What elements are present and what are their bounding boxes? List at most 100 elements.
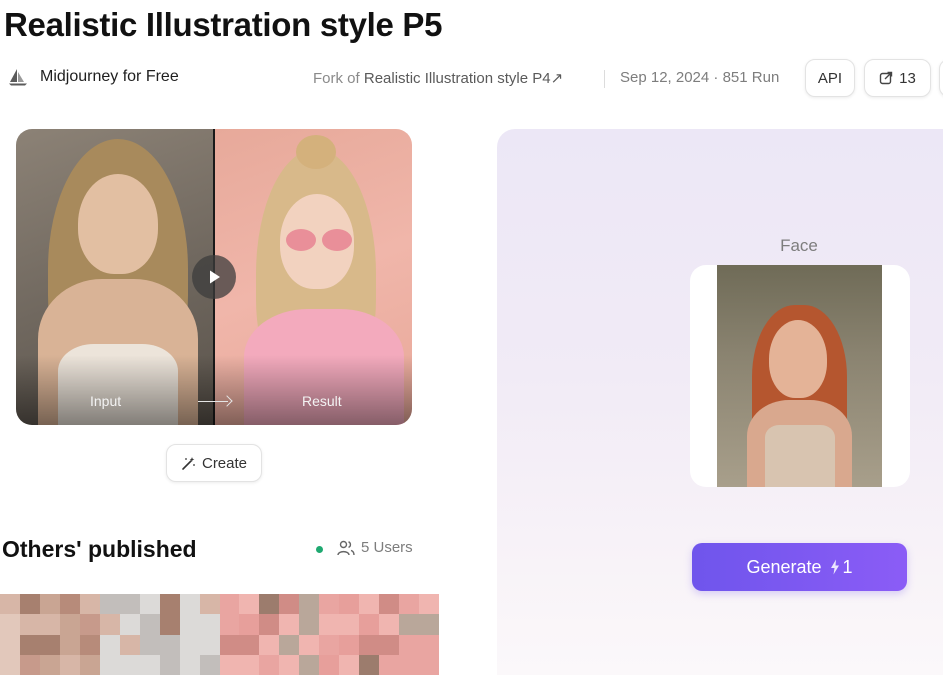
- share-button[interactable]: 13: [864, 59, 931, 97]
- mosaic-cell: [379, 594, 400, 615]
- preview-caption-gradient: [16, 355, 412, 425]
- mosaic-cell: [159, 594, 180, 615]
- date-and-runs: Sep 12, 2024 · 851 Run: [620, 69, 780, 86]
- author-name: Midjourney for Free: [40, 68, 179, 85]
- mosaic-cell: [259, 614, 280, 635]
- mosaic-cell: [119, 614, 140, 635]
- input-label: Input: [90, 393, 122, 409]
- mosaic-cell: [399, 654, 420, 675]
- page-title: Realistic Illustration style P5: [4, 6, 443, 43]
- mosaic-cell: [19, 594, 40, 615]
- mosaic-cell: [419, 654, 439, 675]
- mosaic-cell: [399, 614, 420, 635]
- mosaic-cell: [319, 654, 340, 675]
- mosaic-cell: [159, 614, 180, 635]
- meta-row: Midjourney for Free Fork of Realistic Il…: [0, 58, 943, 100]
- mosaic-cell: [279, 614, 300, 635]
- mosaic-cell: [59, 614, 80, 635]
- mosaic-cell: [359, 614, 380, 635]
- mosaic-cell: [359, 654, 380, 675]
- mosaic-cell: [79, 594, 100, 615]
- mosaic-cell: [239, 614, 260, 635]
- mosaic-cell: [39, 654, 60, 675]
- mosaic-cell: [79, 614, 100, 635]
- users-icon: [337, 540, 355, 555]
- mosaic-cell: [39, 634, 60, 655]
- mosaic-cell: [159, 634, 180, 655]
- mosaic-cell: [179, 594, 200, 615]
- api-button-label: API: [817, 69, 843, 87]
- mosaic-cell: [419, 614, 439, 635]
- api-button[interactable]: API: [805, 59, 855, 97]
- mosaic-cell: [59, 634, 80, 655]
- mosaic-cell: [399, 594, 420, 615]
- mosaic-cell: [319, 614, 340, 635]
- mosaic-cell: [59, 654, 80, 675]
- mosaic-cell: [179, 654, 200, 675]
- mosaic-cell: [359, 634, 380, 655]
- mosaic-cell: [99, 634, 120, 655]
- fork-info: Fork of Realistic Illustration style P4↗: [313, 69, 563, 87]
- mosaic-cell: [19, 634, 40, 655]
- mosaic-cell: [419, 634, 439, 655]
- mosaic-cell: [0, 634, 20, 655]
- mosaic-cell: [239, 594, 260, 615]
- mosaic-cell: [119, 634, 140, 655]
- magic-wand-icon: [182, 456, 195, 470]
- fork-source-link[interactable]: Realistic Illustration style P4↗: [364, 70, 563, 87]
- play-icon: [210, 270, 220, 284]
- mosaic-cell: [199, 614, 220, 635]
- face-image-card[interactable]: [690, 265, 910, 487]
- create-button-label: Create: [201, 454, 248, 472]
- mosaic-cell: [359, 594, 380, 615]
- mosaic-cell: [339, 614, 360, 635]
- play-button[interactable]: [192, 255, 236, 299]
- mosaic-cell: [379, 614, 400, 635]
- external-link-icon: ↗: [550, 70, 564, 87]
- face-label: Face: [780, 236, 818, 255]
- mosaic-cell: [179, 614, 200, 635]
- create-button[interactable]: Create: [166, 444, 262, 482]
- published-thumbnail-blurred[interactable]: [0, 594, 439, 675]
- generate-cost-value: 1: [842, 556, 853, 577]
- generate-button[interactable]: Generate 1: [692, 543, 907, 591]
- more-button[interactable]: [939, 59, 943, 97]
- mosaic-cell: [279, 594, 300, 615]
- mosaic-cell: [319, 594, 340, 615]
- author[interactable]: Midjourney for Free: [8, 67, 179, 87]
- sailboat-logo-icon: [9, 69, 27, 86]
- others-published-heading: Others' published: [2, 536, 197, 562]
- generate-cost: 1: [830, 557, 853, 578]
- generate-button-label: Generate: [746, 556, 822, 577]
- mosaic-cell: [299, 614, 320, 635]
- mosaic-cell: [339, 594, 360, 615]
- preview-comparison[interactable]: Input Result: [16, 129, 412, 425]
- mosaic-cell: [419, 594, 439, 615]
- mosaic-cell: [99, 614, 120, 635]
- mosaic-cell: [279, 654, 300, 675]
- online-status-dot: [316, 546, 323, 553]
- mosaic-cell: [339, 654, 360, 675]
- mosaic-cell: [399, 634, 420, 655]
- mosaic-cell: [79, 654, 100, 675]
- share-icon: [879, 71, 893, 85]
- mosaic-cell: [0, 594, 20, 615]
- mosaic-cell: [259, 634, 280, 655]
- mosaic-cell: [39, 614, 60, 635]
- face-image: [717, 265, 882, 487]
- mosaic-cell: [139, 594, 160, 615]
- mosaic-cell: [0, 654, 20, 675]
- mosaic-cell: [219, 614, 240, 635]
- mosaic-cell: [219, 654, 240, 675]
- mosaic-cell: [99, 594, 120, 615]
- mosaic-cell: [179, 634, 200, 655]
- lightning-icon: [830, 559, 839, 575]
- mosaic-cell: [199, 654, 220, 675]
- mosaic-cell: [0, 614, 20, 635]
- mosaic-cell: [139, 654, 160, 675]
- mosaic-cell: [19, 654, 40, 675]
- mosaic-cell: [159, 654, 180, 675]
- mosaic-cell: [79, 634, 100, 655]
- users-count-label: 5 Users: [361, 539, 413, 556]
- mosaic-cell: [119, 594, 140, 615]
